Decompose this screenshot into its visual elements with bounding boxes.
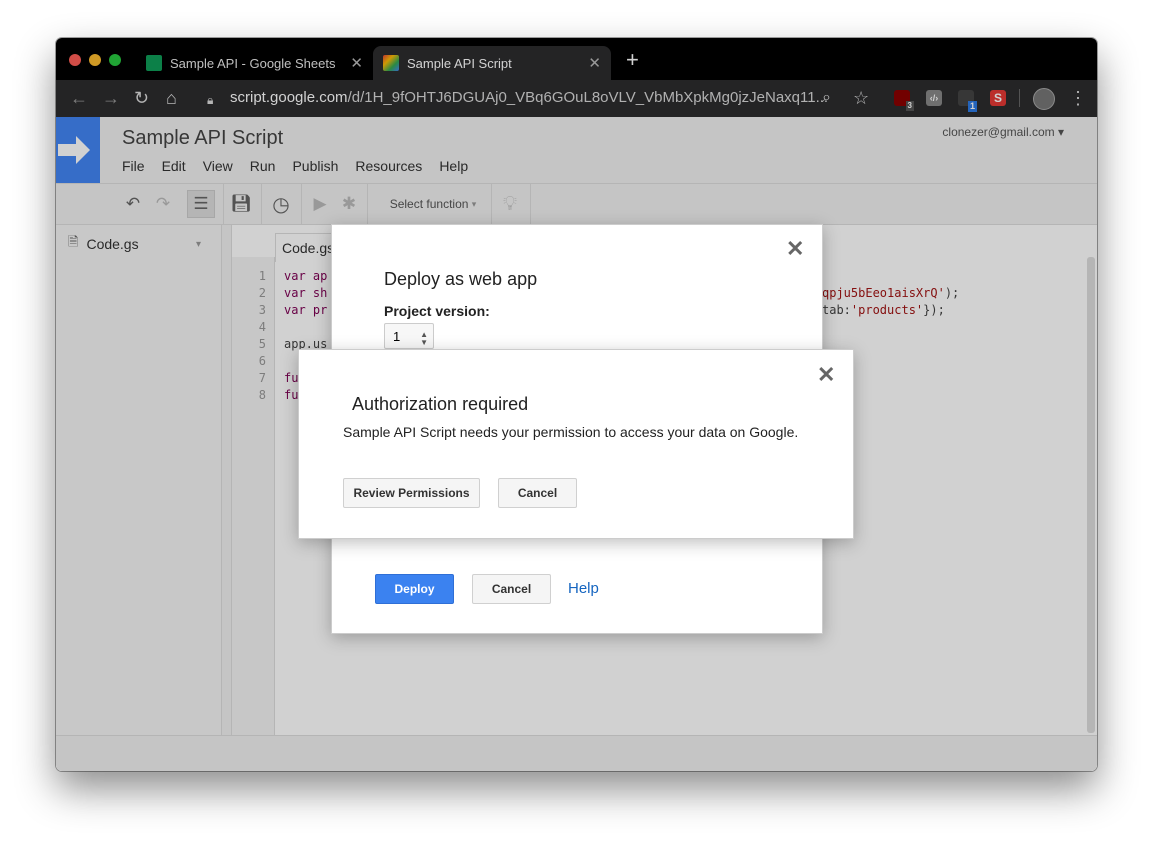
close-icon[interactable]: ✕ <box>817 364 835 386</box>
authorization-title: Authorization required <box>352 394 529 414</box>
select-arrows-icon: ▲ ▼ <box>420 330 428 347</box>
project-version-value: 1 <box>393 328 401 344</box>
deploy-button[interactable]: Deploy <box>375 574 454 604</box>
close-icon[interactable]: ✕ <box>786 238 804 260</box>
authorization-message: Sample API Script needs your permission … <box>343 424 799 440</box>
deploy-cancel-button[interactable]: Cancel <box>472 574 551 604</box>
help-link[interactable]: Help <box>568 580 599 597</box>
deploy-dialog-title: Deploy as web app <box>384 269 538 289</box>
authorization-cancel-button[interactable]: Cancel <box>498 478 577 508</box>
authorization-dialog: ✕ Authorization required Sample API Scri… <box>298 349 854 539</box>
browser-window: Sample API - Google Sheets ✕ Sample API … <box>56 38 1097 771</box>
review-permissions-button[interactable]: Review Permissions <box>343 478 480 508</box>
project-version-select[interactable]: 1 ▲ ▼ <box>384 323 434 349</box>
project-version-label: Project version: <box>384 303 490 319</box>
